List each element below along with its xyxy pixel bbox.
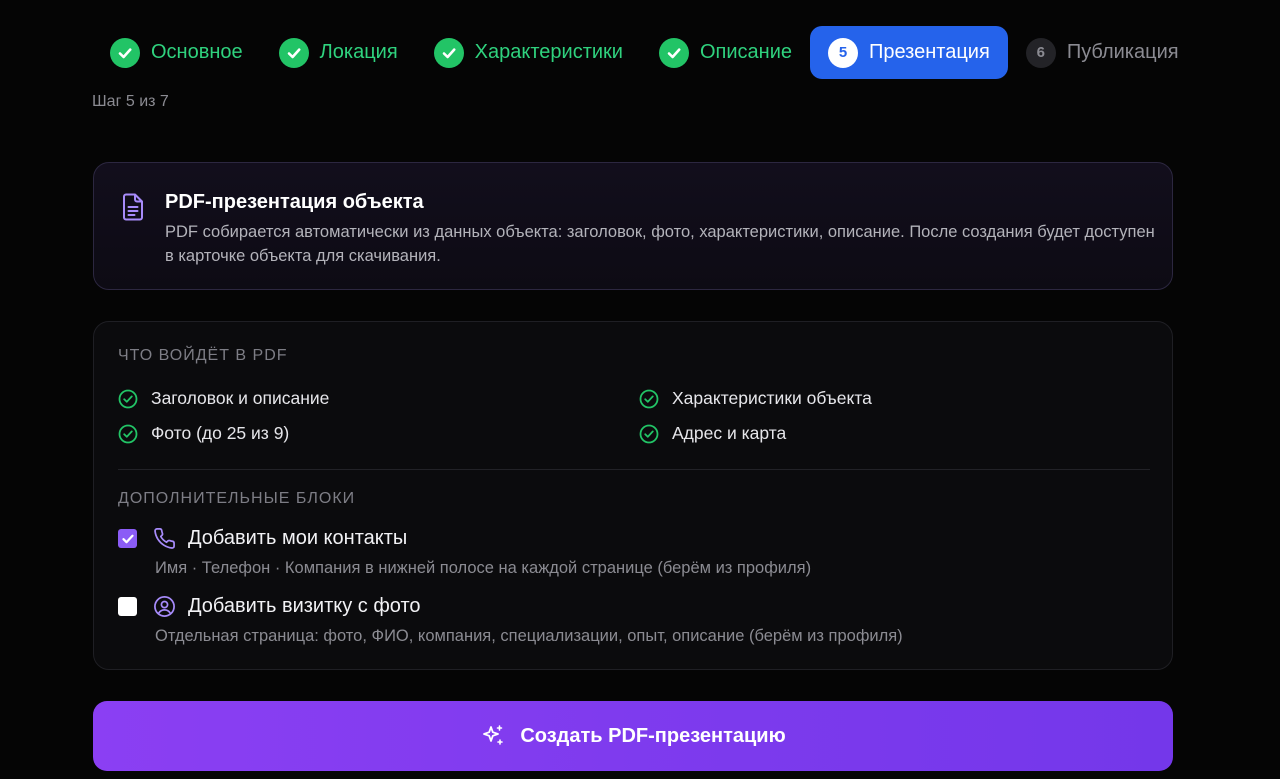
pdf-info-card: PDF-презентация объекта PDF собирается а… (93, 162, 1173, 290)
step-opisanie[interactable]: Описание (641, 26, 810, 79)
info-title: PDF-презентация объекта (165, 191, 424, 213)
check-icon (658, 37, 689, 68)
presentation-step-page: Основное Локация Характеристики Описание… (0, 0, 1280, 779)
step-label: Характеристики (474, 41, 623, 63)
include-item-label: Характеристики объекта (672, 388, 872, 408)
option-add-business-card: Добавить визитку с фото Отдельная страни… (118, 595, 903, 646)
sparkles-icon (483, 725, 504, 745)
pdf-contents-card: ЧТО ВОЙДЁТ В PDF Заголовок и описание Ха… (93, 321, 1173, 670)
check-circle-icon (118, 424, 138, 443)
include-item-label: Заголовок и описание (151, 388, 330, 408)
document-icon (121, 193, 145, 226)
section-divider (118, 469, 1150, 470)
option-label[interactable]: Добавить мои контакты (188, 527, 407, 550)
step-label: Локация (319, 41, 398, 63)
step-label: Описание (699, 41, 792, 63)
include-item: Заголовок и описание (118, 388, 329, 409)
include-item-label: Фото (до 25 из 9) (151, 423, 290, 443)
step-label: Презентация (869, 41, 990, 63)
includes-section-label: ЧТО ВОЙДЁТ В PDF (118, 347, 288, 364)
check-icon (278, 37, 309, 68)
extras-section-label: ДОПОЛНИТЕЛЬНЫЕ БЛОКИ (118, 490, 356, 507)
option-add-contacts: Добавить мои контакты Имя · Телефон · Ко… (118, 527, 811, 578)
step-osnovnoe[interactable]: Основное (92, 26, 261, 79)
step-publikatsiya[interactable]: 6 Публикация (1008, 26, 1197, 79)
step-lokatsiya[interactable]: Локация (261, 26, 416, 79)
check-icon (110, 37, 140, 68)
step-number: 6 (1025, 37, 1056, 68)
check-icon (433, 37, 464, 68)
step-kharakteristiki[interactable]: Характеристики (416, 26, 641, 79)
create-pdf-button-label: Создать PDF-презентацию (520, 724, 786, 747)
business-card-checkbox[interactable] (118, 597, 137, 616)
option-label[interactable]: Добавить визитку с фото (188, 595, 421, 618)
step-number: 5 (828, 37, 858, 68)
check-circle-icon (639, 424, 659, 443)
step-prezentatsiya[interactable]: 5 Презентация (810, 26, 1008, 79)
option-description: Имя · Телефон · Компания в нижней полосе… (155, 559, 812, 577)
check-circle-icon (639, 389, 659, 408)
contacts-checkbox[interactable] (118, 529, 137, 548)
stepper: Основное Локация Характеристики Описание… (92, 26, 1197, 79)
info-description: PDF собирается автоматически из данных о… (165, 223, 1155, 265)
step-label: Публикация (1066, 41, 1179, 63)
include-item: Фото (до 25 из 9) (118, 423, 289, 444)
user-circle-icon (153, 595, 176, 618)
checkmark-icon (121, 534, 134, 543)
include-item-label: Адрес и карта (672, 423, 787, 443)
include-item: Характеристики объекта (639, 388, 872, 409)
check-circle-icon (118, 389, 138, 408)
include-item: Адрес и карта (639, 423, 786, 444)
step-counter: Шаг 5 из 7 (92, 93, 169, 110)
phone-icon (153, 527, 176, 550)
create-pdf-button[interactable]: Создать PDF-презентацию (93, 701, 1173, 771)
option-description: Отдельная страница: фото, ФИО, компания,… (155, 627, 903, 645)
step-label: Основное (151, 41, 243, 63)
